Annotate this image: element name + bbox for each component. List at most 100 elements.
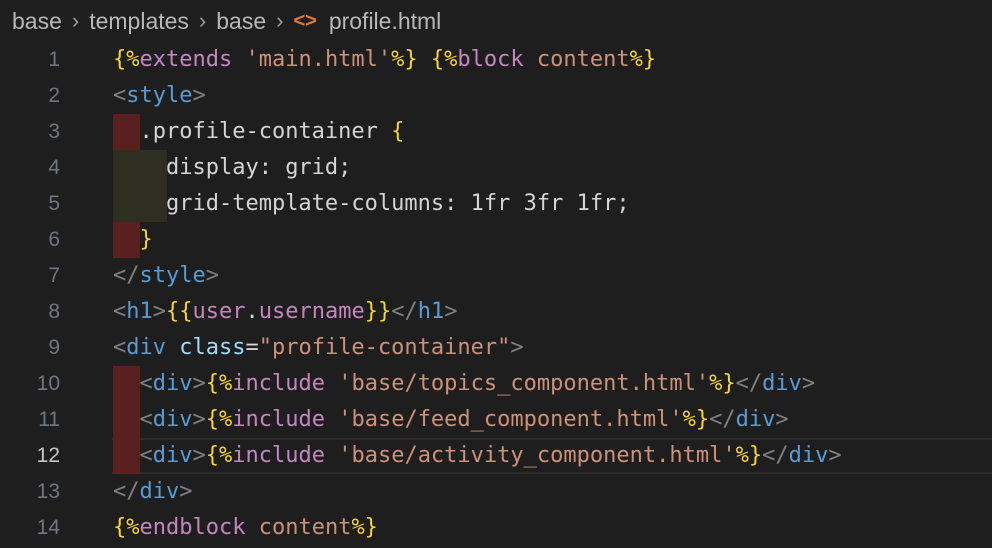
line-number: 9: [48, 336, 60, 359]
code-token: >: [192, 443, 206, 468]
code-text: <div>{%include 'base/feed_component.html…: [113, 402, 789, 438]
code-line[interactable]: 3 .profile-container {: [0, 114, 992, 150]
code-text: display: grid;: [113, 150, 351, 186]
code-token: <: [113, 299, 127, 324]
code-line[interactable]: 13 </div>: [0, 474, 992, 510]
code-text: {%endblock content%}: [113, 510, 378, 546]
code-token: .: [245, 299, 259, 324]
chevron-right-icon: ›: [71, 8, 80, 33]
breadcrumb: base › templates › base › <> profile.htm…: [0, 0, 992, 42]
line-number: 8: [48, 300, 60, 323]
code-token: %}: [629, 47, 657, 72]
code-line[interactable]: 6 }: [0, 222, 992, 258]
code-token: div: [788, 443, 829, 468]
line-number: 11: [38, 408, 60, 431]
code-editor[interactable]: 1 {%extends 'main.html'%} {%block content…: [0, 42, 992, 548]
code-line[interactable]: 12 <div>{%include 'base/activity_compone…: [0, 438, 992, 474]
code-token: {%: [113, 47, 140, 72]
code-line[interactable]: 2 <style>: [0, 78, 992, 114]
code-token: %}: [391, 47, 418, 72]
line-number: 10: [36, 372, 60, 395]
code-text: }: [113, 222, 153, 258]
line-number: 6: [48, 228, 60, 251]
chevron-right-icon: ›: [198, 8, 207, 33]
line-number: 7: [48, 264, 60, 287]
code-text: <style>: [113, 78, 206, 114]
code-token: div: [735, 407, 776, 432]
code-token: username: [258, 299, 365, 324]
code-token: {: [391, 119, 405, 144]
code-token: <: [139, 407, 153, 432]
code-line[interactable]: 5 grid-template-columns: 1fr 3fr 1fr;: [0, 186, 992, 222]
code-token: }}: [364, 299, 392, 324]
code-line[interactable]: 14 {%endblock content%}: [0, 510, 992, 546]
code-token: div: [152, 371, 193, 396]
code-line[interactable]: 8 <h1>{{user.username}}</h1>: [0, 294, 992, 330]
code-token: </: [735, 371, 763, 396]
code-token: >: [152, 299, 166, 324]
breadcrumb-item-templates[interactable]: templates: [89, 8, 189, 35]
code-line[interactable]: 9 <div class="profile-container">: [0, 330, 992, 366]
breadcrumb-item-base-folder[interactable]: base: [216, 8, 266, 35]
code-token: include: [232, 443, 339, 468]
code-token: extends: [139, 47, 246, 72]
code-token: "profile-container": [258, 335, 511, 360]
code-token: >: [179, 479, 193, 504]
code-token: user: [192, 299, 246, 324]
code-token: 'base/feed_component.html': [338, 407, 683, 432]
code-token: content: [536, 47, 630, 72]
code-token: {%: [205, 443, 233, 468]
line-number: 12: [36, 444, 60, 467]
code-token: %}: [709, 371, 736, 396]
code-token: style: [126, 83, 193, 108]
code-token: >: [828, 443, 842, 468]
code-token: {%: [205, 371, 233, 396]
code-token: {%: [113, 515, 140, 540]
line-number: 5: [48, 192, 60, 215]
line-number: 2: [48, 84, 60, 107]
code-token: >: [192, 83, 206, 108]
code-token: }: [139, 227, 153, 252]
code-token: <: [139, 371, 153, 396]
code-token: style: [139, 263, 206, 288]
code-token: h1: [417, 299, 445, 324]
code-token: >: [801, 371, 816, 396]
code-token: block: [457, 47, 537, 72]
code-token: </: [113, 479, 140, 504]
code-token: div: [139, 479, 180, 504]
code-token: </: [762, 443, 789, 468]
line-number: 1: [48, 48, 60, 71]
code-token: 'main.html': [245, 47, 392, 72]
code-token: .profile-container: [139, 119, 392, 144]
code-token: 'base/activity_component.html': [338, 443, 736, 468]
code-token: endblock: [139, 515, 259, 540]
code-line[interactable]: 11 <div>{%include 'base/feed_component.h…: [0, 402, 992, 438]
code-line[interactable]: 1 {%extends 'main.html'%} {%block content…: [0, 42, 992, 78]
code-token: div: [152, 443, 193, 468]
chevron-right-icon: ›: [276, 8, 284, 33]
breadcrumb-file[interactable]: profile.html: [329, 8, 441, 35]
line-number: 3: [48, 120, 60, 143]
code-text: .profile-container {: [113, 114, 405, 150]
code-token: >: [444, 299, 458, 324]
code-line[interactable]: 10 <div>{%include 'base/topics_component…: [0, 366, 992, 402]
breadcrumb-item-base[interactable]: base: [12, 8, 62, 35]
code-token: {%: [430, 47, 458, 72]
code-token: </: [709, 407, 736, 432]
code-token: {{: [166, 299, 193, 324]
code-line[interactable]: 7 </style>: [0, 258, 992, 294]
code-token: <: [113, 335, 127, 360]
code-token: %}: [351, 515, 378, 540]
code-token: content: [258, 515, 352, 540]
code-token: <: [139, 443, 153, 468]
code-text: <h1>{{user.username}}</h1>: [113, 294, 457, 330]
code-line[interactable]: 4 display: grid;: [0, 150, 992, 186]
